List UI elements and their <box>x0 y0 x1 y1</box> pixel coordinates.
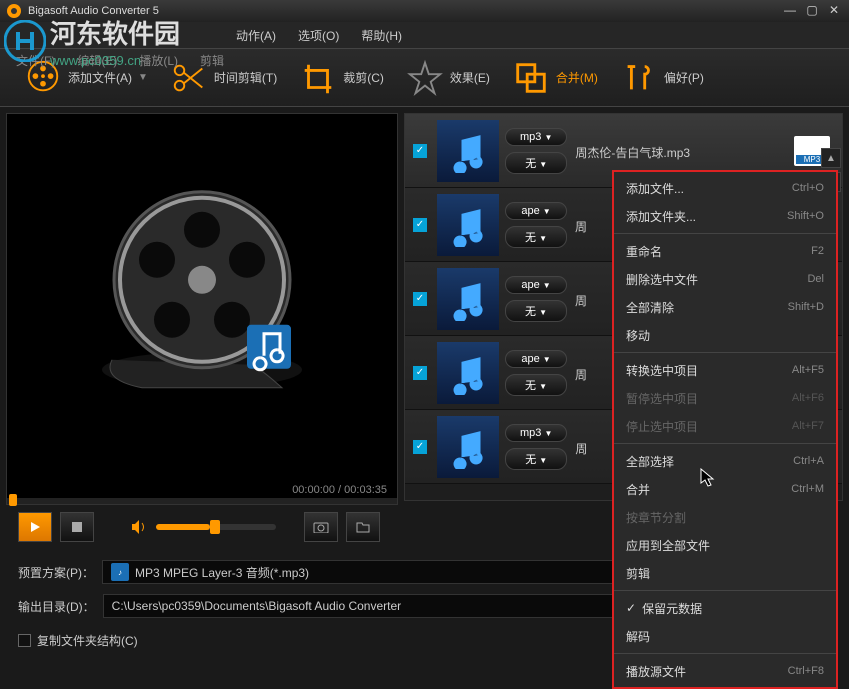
file-thumbnail <box>437 342 499 404</box>
watermark-text: 河东软件园 <box>50 14 180 51</box>
menu-option[interactable]: 选项(O) <box>292 23 345 48</box>
effect-button[interactable]: 效果(E) <box>406 59 490 97</box>
merge-button[interactable]: 合并(M) <box>512 59 598 97</box>
file-thumbnail <box>437 268 499 330</box>
watermark: 河东软件园 www.pc0359.cn <box>4 14 180 68</box>
context-item[interactable]: ✓保留元数据 <box>614 594 836 622</box>
subtitle-badge[interactable]: 无 ▼ <box>505 448 567 470</box>
profile-label: 预置方案(P)： <box>18 564 94 581</box>
preferences-button[interactable]: 偏好(P) <box>620 59 704 97</box>
output-label: 输出目录(D)： <box>18 598 95 615</box>
context-separator <box>614 653 836 654</box>
preview-panel: 00:00:00 / 00:03:35 <box>6 113 398 505</box>
context-separator <box>614 233 836 234</box>
star-icon <box>406 59 444 97</box>
file-checkbox[interactable]: ✓ <box>413 292 427 306</box>
volume-icon <box>130 518 148 536</box>
context-item[interactable]: 添加文件夹...Shift+O <box>614 202 836 230</box>
stop-button[interactable] <box>60 512 94 542</box>
crop-icon <box>299 59 337 97</box>
format-badge[interactable]: mp3 ▼ <box>505 128 567 146</box>
watermark-url: www.pc0359.cn <box>50 53 180 68</box>
subtitle-badge[interactable]: 无 ▼ <box>505 300 567 322</box>
mp3-icon: ♪ <box>111 563 129 581</box>
maximize-button[interactable]: ▢ <box>803 3 821 19</box>
film-reel-graphic <box>82 170 322 410</box>
file-checkbox[interactable]: ✓ <box>413 440 427 454</box>
preview-progress[interactable] <box>7 498 397 504</box>
cursor-icon <box>700 468 716 488</box>
context-item[interactable]: 合并Ctrl+M <box>614 475 836 503</box>
context-menu: 添加文件...Ctrl+O添加文件夹...Shift+O 重命名F2删除选中文件D… <box>612 170 838 689</box>
volume-slider[interactable] <box>156 524 276 530</box>
context-separator <box>614 443 836 444</box>
context-item[interactable]: 重命名F2 <box>614 237 836 265</box>
file-thumbnail <box>437 416 499 478</box>
file-checkbox[interactable]: ✓ <box>413 366 427 380</box>
context-item[interactable]: 删除选中文件Del <box>614 265 836 293</box>
file-checkbox[interactable]: ✓ <box>413 218 427 232</box>
subtitle-badge[interactable]: 无 ▼ <box>505 152 567 174</box>
copy-struct-checkbox[interactable]: 复制文件夹结构(C) <box>18 632 138 649</box>
close-button[interactable]: ✕ <box>825 3 843 19</box>
play-button[interactable] <box>18 512 52 542</box>
menu-help[interactable]: 帮助(H) <box>355 23 408 48</box>
move-up-button[interactable]: ▲ <box>821 148 841 168</box>
context-item[interactable]: 解码 <box>614 622 836 650</box>
menu-action[interactable]: 动作(A) <box>230 23 282 48</box>
context-item[interactable]: 应用到全部文件 <box>614 531 836 559</box>
format-badge[interactable]: mp3 ▼ <box>505 424 567 442</box>
format-badge[interactable]: ape ▼ <box>505 350 567 368</box>
context-item[interactable]: 剪辑 <box>614 559 836 587</box>
subtitle-badge[interactable]: 无 ▼ <box>505 226 567 248</box>
subtitle-badge[interactable]: 无 ▼ <box>505 374 567 396</box>
file-thumbnail <box>437 194 499 256</box>
context-item: 暂停选中项目Alt+F6 <box>614 384 836 412</box>
context-item: 停止选中项目Alt+F7 <box>614 412 836 440</box>
context-item[interactable]: 添加文件...Ctrl+O <box>614 174 836 202</box>
snapshot-button[interactable] <box>304 512 338 542</box>
folder-button[interactable] <box>346 512 380 542</box>
context-separator <box>614 590 836 591</box>
file-name: 周杰伦-告白气球.mp3 <box>575 140 794 161</box>
context-item[interactable]: 转换选中项目Alt+F5 <box>614 356 836 384</box>
context-item[interactable]: 播放源文件Ctrl+F8 <box>614 657 836 685</box>
preview-time: 00:00:00 / 00:03:35 <box>292 484 387 496</box>
menu-clip[interactable]: 剪辑 <box>194 48 230 73</box>
context-item[interactable]: 移动 <box>614 321 836 349</box>
tools-icon <box>620 59 658 97</box>
file-checkbox[interactable]: ✓ <box>413 144 427 158</box>
merge-icon <box>512 59 550 97</box>
format-badge[interactable]: ape ▼ <box>505 202 567 220</box>
watermark-icon <box>4 20 46 62</box>
context-item[interactable]: 全部选择Ctrl+A <box>614 447 836 475</box>
minimize-button[interactable]: — <box>781 3 799 19</box>
context-separator <box>614 352 836 353</box>
crop-button[interactable]: 裁剪(C) <box>299 59 384 97</box>
context-item: 按章节分割 <box>614 503 836 531</box>
file-thumbnail <box>437 120 499 182</box>
context-item[interactable]: 全部清除Shift+D <box>614 293 836 321</box>
format-badge[interactable]: ape ▼ <box>505 276 567 294</box>
